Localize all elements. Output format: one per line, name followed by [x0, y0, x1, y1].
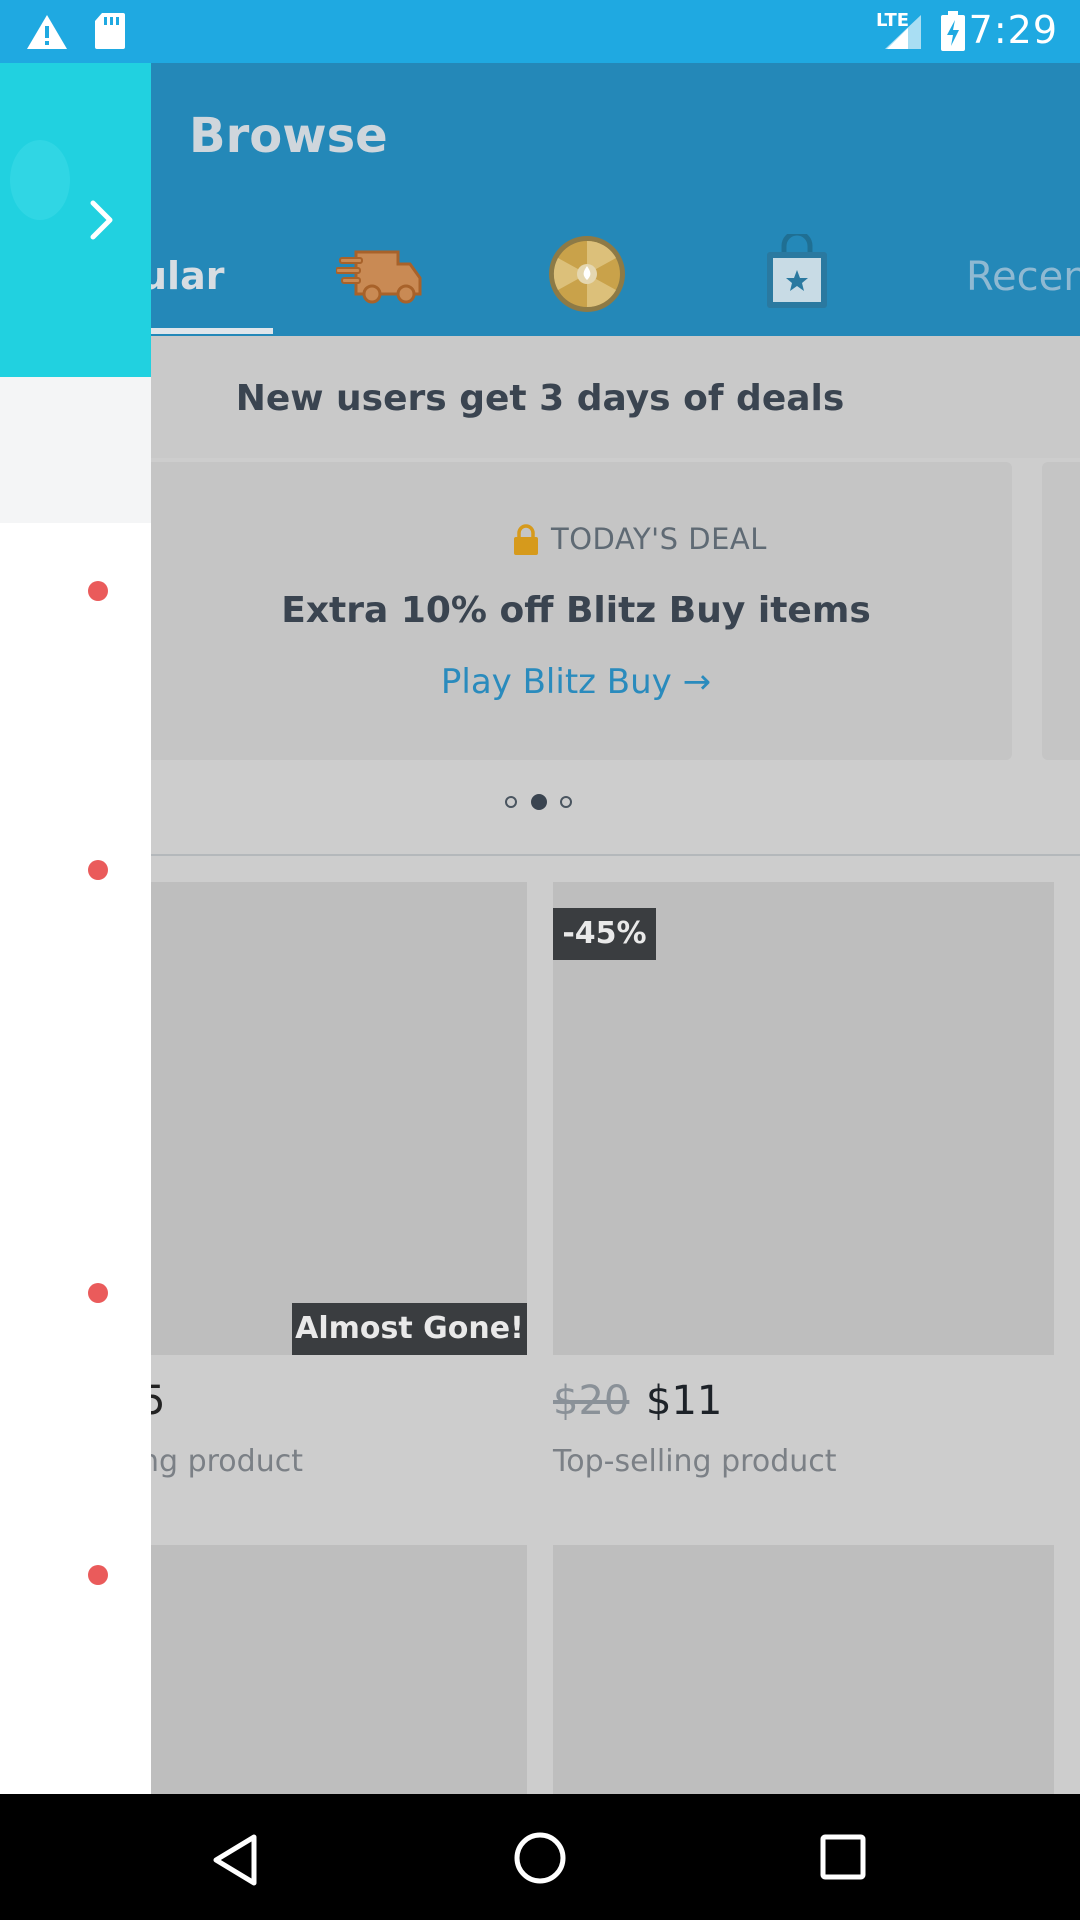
pager-dot-active	[531, 794, 547, 810]
clock: 7:29	[968, 8, 1058, 52]
drawer-marker	[88, 860, 108, 880]
discount-badge: -45%	[553, 908, 656, 960]
delivery-truck-icon[interactable]	[336, 246, 422, 304]
home-icon[interactable]	[512, 1830, 568, 1886]
tab-recent[interactable]: Recen	[966, 254, 1080, 300]
product-old-price: $20	[553, 1378, 630, 1424]
battery-charging-icon	[941, 11, 965, 51]
divider	[140, 854, 1080, 856]
product-subtitle: ng product	[140, 1444, 303, 1479]
recents-icon[interactable]	[820, 1834, 866, 1880]
product-image[interactable]	[140, 1545, 527, 1794]
drawer-section	[0, 377, 151, 523]
deal-title: Extra 10% off Blitz Buy items	[281, 590, 871, 631]
tab-popular[interactable]: ular	[140, 254, 224, 298]
drawer-header	[0, 63, 151, 377]
deal-card-next[interactable]	[1042, 462, 1080, 760]
product-image[interactable]	[553, 1545, 1054, 1794]
drawer-marker	[88, 581, 108, 601]
shopping-bag-star-icon[interactable]	[764, 234, 830, 310]
page-title: Browse	[189, 108, 388, 164]
drawer-marker	[88, 1283, 108, 1303]
deal-label: TODAY'S DEAL	[551, 522, 767, 556]
product-price: $11	[646, 1378, 723, 1424]
back-icon[interactable]	[212, 1834, 258, 1886]
promo-text: New users get 3 days of deals	[235, 378, 845, 419]
sd-card-icon	[95, 13, 125, 49]
lock-icon	[514, 524, 538, 555]
play-blitz-buy-link[interactable]: Play Blitz Buy →	[140, 662, 1012, 702]
pager-dot	[505, 796, 517, 808]
drawer-header-decoration	[10, 140, 70, 220]
product-image[interactable]	[140, 882, 527, 1355]
signal-icon	[885, 15, 921, 49]
product-subtitle: Top-selling product	[553, 1444, 837, 1479]
chevron-right-icon[interactable]	[86, 198, 116, 242]
blitz-wheel-icon[interactable]	[547, 234, 627, 314]
pager-dot	[560, 796, 572, 808]
warning-icon	[27, 15, 67, 49]
navigation-bar	[0, 1794, 1080, 1920]
tab-selected-indicator	[140, 328, 273, 334]
drawer-marker	[88, 1565, 108, 1585]
status-bar: LTE 7:29	[0, 0, 1080, 63]
almost-gone-badge: Almost Gone!	[292, 1303, 527, 1355]
